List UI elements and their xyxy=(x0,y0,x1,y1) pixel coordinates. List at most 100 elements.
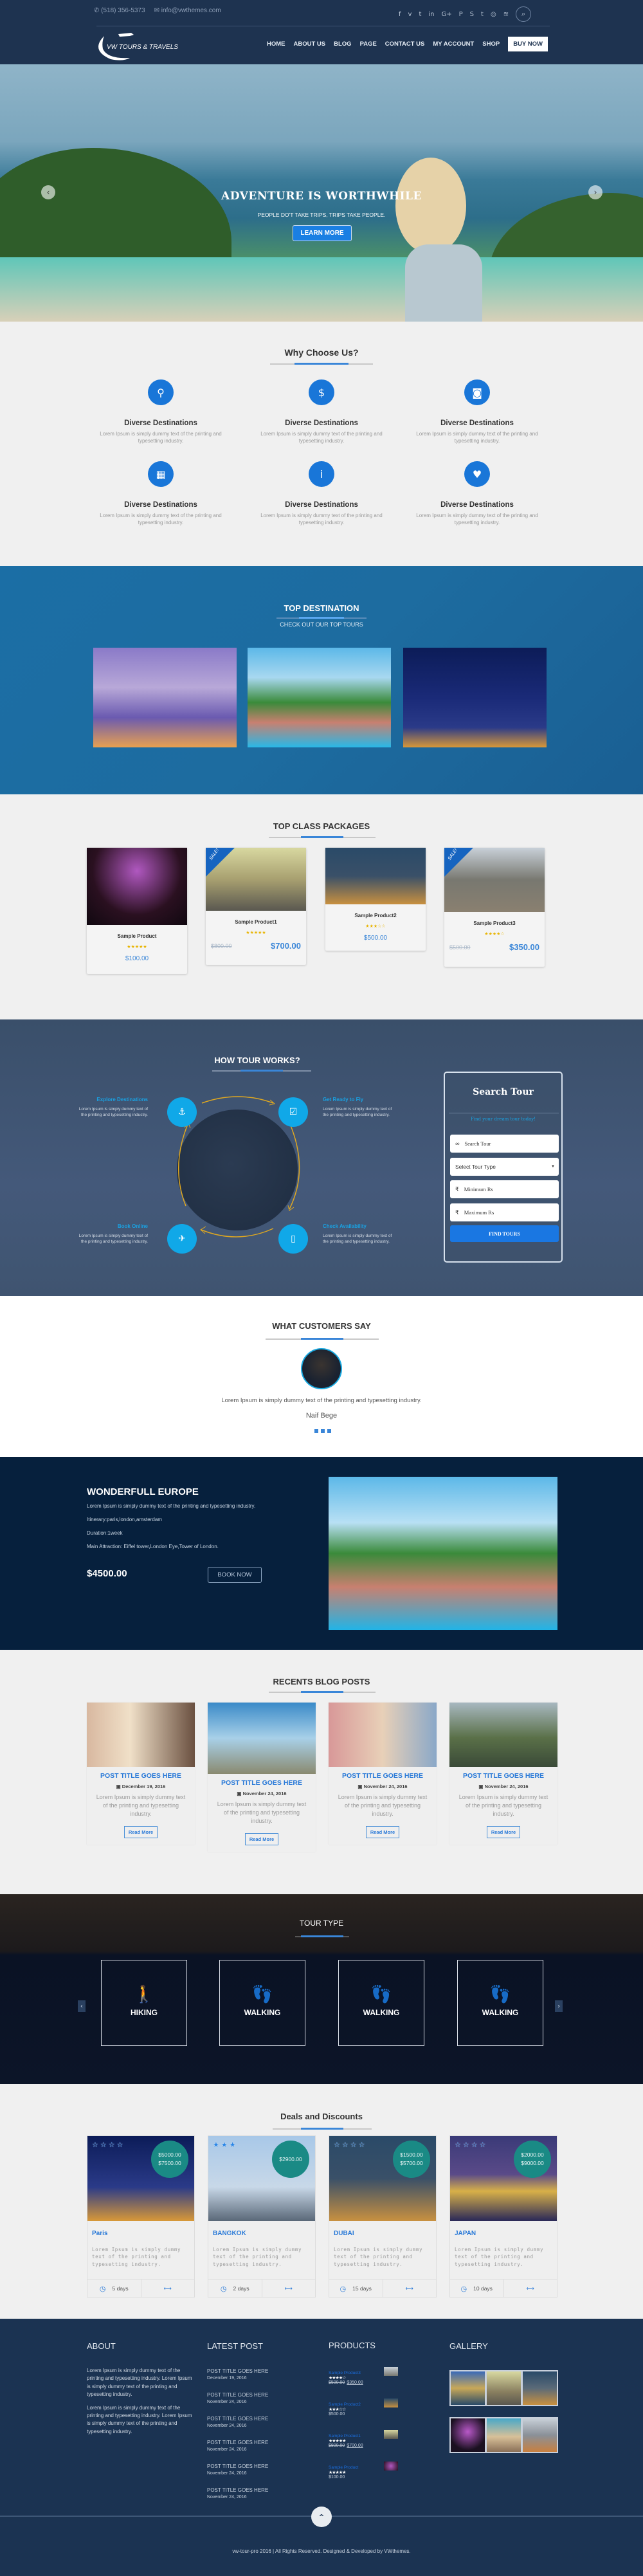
deal-footer: ◷ 10 days ⟷ xyxy=(450,2279,557,2297)
deal-destination[interactable]: JAPAN xyxy=(455,2230,476,2237)
step-icon-circle: ▯ xyxy=(278,1224,308,1254)
testimonial-dot[interactable] xyxy=(314,1429,318,1433)
read-more-button[interactable]: Read More xyxy=(123,1826,158,1839)
deal-expand-button[interactable]: ⟷ xyxy=(504,2279,557,2297)
tour-type-card[interactable]: 🚶 HIKING xyxy=(101,1960,187,2046)
slider-prev-button[interactable]: ‹ xyxy=(41,185,55,199)
footer-post: POST TITLE GOES HERE November 24, 2016 xyxy=(207,2487,268,2499)
maximum-price-input[interactable]: ₹ Maximum Rs xyxy=(450,1203,559,1221)
gallery-image[interactable] xyxy=(523,2418,557,2452)
package-name[interactable]: Sample Product2 xyxy=(325,913,426,918)
skype-icon[interactable]: S xyxy=(470,11,474,18)
rss-icon[interactable]: ≋ xyxy=(503,11,509,18)
facebook-icon[interactable]: f xyxy=(399,11,401,18)
read-more-button[interactable]: Read More xyxy=(486,1826,521,1839)
blog-image[interactable] xyxy=(329,1703,437,1767)
read-more-button[interactable]: Read More xyxy=(244,1833,279,1846)
gallery-image[interactable] xyxy=(523,2371,557,2405)
footer-product-thumbnail[interactable] xyxy=(384,2367,398,2376)
blog-post-title[interactable]: POST TITLE GOES HERE xyxy=(87,1772,195,1780)
nav-page[interactable]: PAGE xyxy=(360,41,377,48)
nav-blog[interactable]: BLOG xyxy=(334,41,351,48)
deal-price: $9000.00 xyxy=(521,2160,544,2166)
package-name[interactable]: Sample Product xyxy=(87,933,187,939)
destination-image-resort-pool[interactable] xyxy=(248,648,391,747)
logo[interactable]: VW TOURS & TRAVELS xyxy=(91,31,194,62)
vimeo-icon[interactable]: v xyxy=(408,11,412,18)
deal-destination[interactable]: DUBAI xyxy=(334,2230,354,2237)
package-name[interactable]: Sample Product3 xyxy=(444,920,545,926)
deal-expand-button[interactable]: ⟷ xyxy=(262,2279,316,2297)
tour-type-card[interactable]: 👣 WALKING xyxy=(219,1960,305,2046)
package-card[interactable]: SALE! Sample Product1 ★★★★★ $700.00 $800.00 xyxy=(206,847,306,965)
gallery-image[interactable] xyxy=(451,2418,485,2452)
package-card[interactable]: Sample Product2 ★★★☆☆ $500.00 xyxy=(325,848,426,951)
footer-post-title[interactable]: POST TITLE GOES HERE xyxy=(207,2392,268,2398)
clock-icon: ◷ xyxy=(99,2285,106,2293)
minimum-price-input[interactable]: ₹ Minimum Rs xyxy=(450,1180,559,1198)
linkedin-icon[interactable]: in xyxy=(428,11,434,18)
blog-image[interactable] xyxy=(449,1703,557,1767)
gallery-image[interactable] xyxy=(451,2371,485,2405)
destination-image-dubai[interactable] xyxy=(403,648,547,747)
footer-post-title[interactable]: POST TITLE GOES HERE xyxy=(207,2416,268,2422)
nav-shop[interactable]: SHOP xyxy=(482,41,500,48)
footer-post-title[interactable]: POST TITLE GOES HERE xyxy=(207,2368,268,2374)
destination-image-shanghai[interactable] xyxy=(93,648,237,747)
testimonial-indicators xyxy=(314,1429,331,1433)
deal-expand-button[interactable]: ⟷ xyxy=(383,2279,437,2297)
slider-next-button[interactable]: › xyxy=(588,185,602,199)
nav-my-account[interactable]: MY ACCOUNT xyxy=(433,41,474,48)
tour-type-prev-button[interactable]: ‹ xyxy=(78,2000,86,2012)
package-name[interactable]: Sample Product1 xyxy=(206,919,306,925)
footer-product-thumbnail[interactable] xyxy=(384,2462,398,2471)
read-more-button[interactable]: Read More xyxy=(365,1826,400,1839)
deal-price: $5700.00 xyxy=(400,2160,423,2166)
deal-destination[interactable]: Paris xyxy=(92,2230,107,2237)
blog-post-title[interactable]: POST TITLE GOES HERE xyxy=(208,1779,316,1787)
deal-expand-button[interactable]: ⟷ xyxy=(141,2279,195,2297)
twitter-icon[interactable]: t xyxy=(419,11,421,18)
blog-post-title[interactable]: POST TITLE GOES HERE xyxy=(449,1772,557,1780)
learn-more-button[interactable]: LEARN MORE xyxy=(293,225,352,241)
footer-product-thumbnail[interactable] xyxy=(384,2430,398,2439)
feature-item: i Diverse Destinations Lorem Ipsum is simp… xyxy=(248,461,395,527)
book-now-button[interactable]: BOOK NOW xyxy=(208,1567,262,1583)
testimonial-dot[interactable] xyxy=(327,1429,331,1433)
package-image[interactable] xyxy=(87,848,187,925)
tumblr-icon[interactable]: t xyxy=(481,11,484,18)
email-info[interactable]: ✉ info@vwthemes.com xyxy=(154,7,221,14)
tour-type-card[interactable]: 👣 WALKING xyxy=(457,1960,543,2046)
testimonial-dot[interactable] xyxy=(321,1429,325,1433)
blog-image[interactable] xyxy=(208,1703,316,1774)
deal-destination[interactable]: BANGKOK xyxy=(213,2230,246,2237)
tour-type-select[interactable]: Select Tour Type ▼ xyxy=(450,1158,559,1176)
nav-about-us[interactable]: ABOUT US xyxy=(294,41,326,48)
search-button[interactable]: ⌕ xyxy=(516,6,532,22)
buy-now-button[interactable]: BUY NOW xyxy=(508,37,548,51)
footer-post-title[interactable]: POST TITLE GOES HERE xyxy=(207,2440,268,2445)
search-icon: ⌕ xyxy=(521,10,526,18)
contact-info: ✆ (518) 356-5373 ✉ info@vwthemes.com xyxy=(94,7,221,14)
gallery-image[interactable] xyxy=(487,2418,521,2452)
footer-post-title[interactable]: POST TITLE GOES HERE xyxy=(207,2487,268,2493)
feature-text: Lorem Ipsum is simply dummy text of the … xyxy=(260,513,383,525)
blog-image[interactable] xyxy=(87,1703,195,1767)
search-tour-input[interactable]: ∞ Search Tour xyxy=(450,1135,559,1153)
package-card[interactable]: SALE! Sample Product3 ★★★★☆ $350.00 $500.00 xyxy=(444,847,545,967)
package-card[interactable]: Sample Product ★★★★★ $100.00 xyxy=(87,848,187,974)
tour-type-next-button[interactable]: › xyxy=(555,2000,563,2012)
nav-contact-us[interactable]: CONTACT US xyxy=(385,41,425,48)
package-image[interactable] xyxy=(325,848,426,904)
footer-post-title[interactable]: POST TITLE GOES HERE xyxy=(207,2463,268,2469)
footer-product-thumbnail[interactable] xyxy=(384,2398,398,2407)
google-plus-icon[interactable]: G+ xyxy=(442,11,452,18)
back-to-top-button[interactable]: ^ xyxy=(311,2507,332,2527)
find-tours-button[interactable]: FIND TOURS xyxy=(450,1225,559,1242)
pinterest-icon[interactable]: P xyxy=(459,11,463,18)
gallery-image[interactable] xyxy=(487,2371,521,2405)
blog-post-title[interactable]: POST TITLE GOES HERE xyxy=(329,1772,437,1780)
nav-home[interactable]: HOME xyxy=(267,41,285,48)
tour-type-card[interactable]: 👣 WALKING xyxy=(338,1960,424,2046)
instagram-icon[interactable]: ◎ xyxy=(491,11,496,18)
